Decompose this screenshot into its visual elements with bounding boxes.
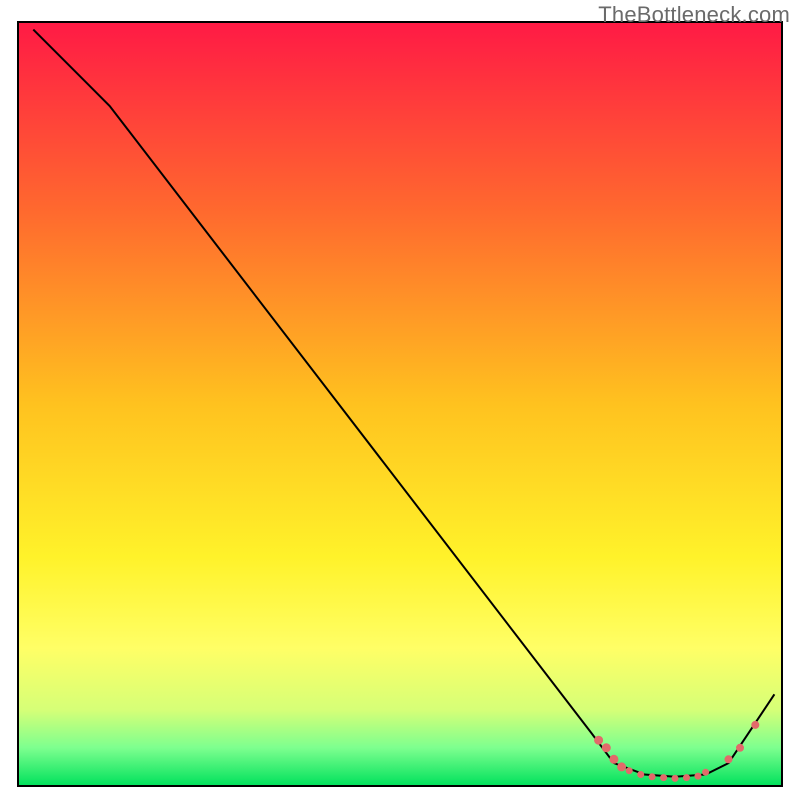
marker-dot (695, 773, 702, 780)
marker-dot (736, 744, 744, 752)
marker-dot (637, 771, 644, 778)
marker-dot (609, 755, 618, 764)
marker-dot (602, 743, 611, 752)
marker-dot (751, 721, 759, 729)
bottleneck-chart (0, 0, 800, 800)
chart-frame: TheBottleneck.com (0, 0, 800, 800)
marker-dot (702, 769, 709, 776)
watermark-text: TheBottleneck.com (598, 2, 790, 28)
marker-dot (725, 755, 733, 763)
marker-dot (649, 773, 656, 780)
marker-dot (594, 736, 603, 745)
marker-dot (617, 762, 626, 771)
marker-dot (672, 775, 679, 782)
marker-dot (626, 767, 633, 774)
marker-dot (660, 774, 667, 781)
marker-dot (683, 774, 690, 781)
